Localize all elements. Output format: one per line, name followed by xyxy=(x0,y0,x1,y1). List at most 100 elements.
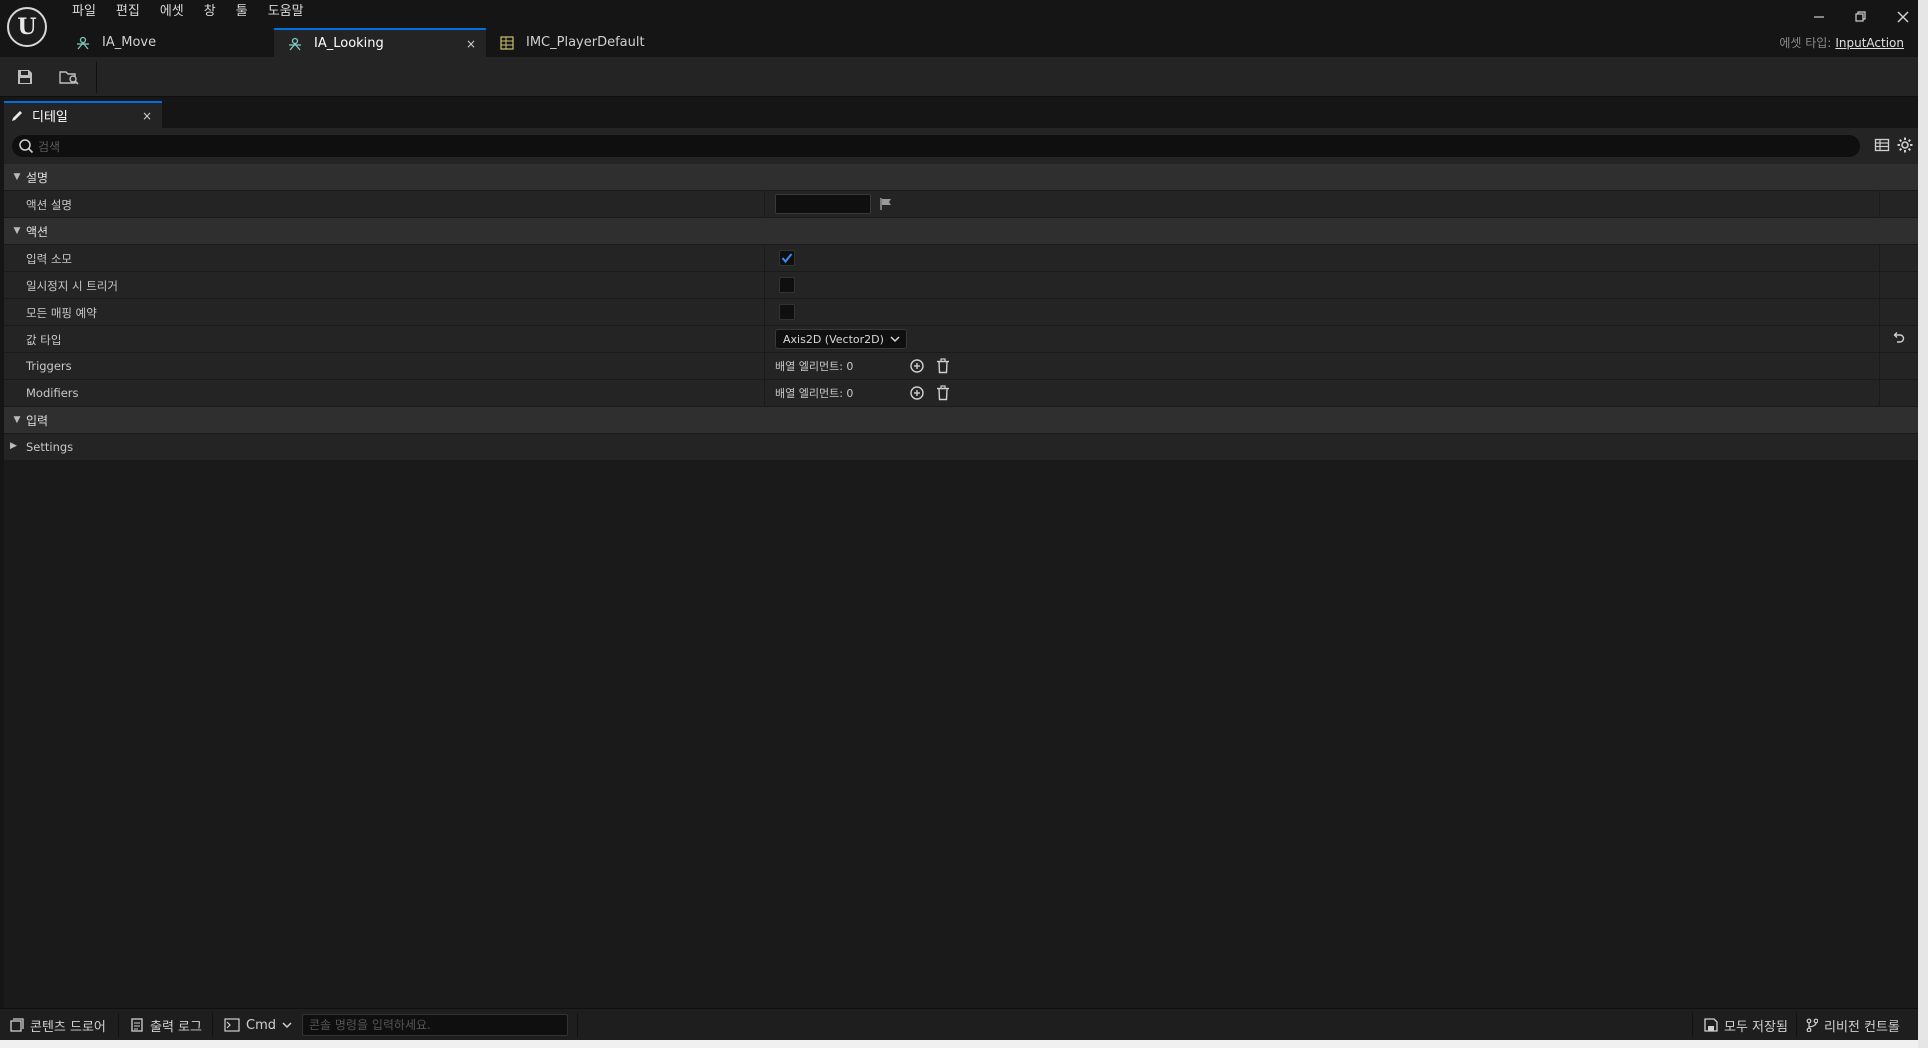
status-separator xyxy=(1692,1013,1693,1037)
output-log-label: 출력 로그 xyxy=(150,1019,202,1035)
tab-ia-looking[interactable]: IA_Looking × xyxy=(274,28,486,57)
console-icon xyxy=(224,1018,240,1032)
unreal-logo-icon[interactable]: U xyxy=(7,7,47,47)
output-log-icon xyxy=(131,1018,143,1032)
pencil-icon xyxy=(10,109,24,123)
delete-all-icon[interactable] xyxy=(933,383,953,403)
input-action-icon xyxy=(286,35,304,53)
dropdown-value: Axis2D (Vector2D) xyxy=(783,332,884,346)
add-element-icon[interactable] xyxy=(907,356,927,376)
menu-asset[interactable]: 에셋 xyxy=(150,2,194,22)
property-label: Triggers xyxy=(26,359,72,373)
content-drawer-icon xyxy=(10,1018,24,1032)
chevron-down-icon xyxy=(890,335,900,343)
mapping-context-icon xyxy=(498,34,516,52)
property-label: 모든 매핑 예약 xyxy=(26,306,97,320)
console-input[interactable]: 콘솔 명령을 입력하세요. xyxy=(302,1014,568,1036)
section-label: 액션 xyxy=(26,224,49,239)
trigger-when-paused-checkbox[interactable] xyxy=(779,277,795,293)
menu-window[interactable]: 창 xyxy=(194,2,226,22)
minimize-icon[interactable] xyxy=(1798,4,1840,30)
delete-all-icon[interactable] xyxy=(933,356,953,376)
menu-tools[interactable]: 툴 xyxy=(226,2,258,22)
collapse-arrow-icon: ▼ xyxy=(13,172,21,182)
property-value xyxy=(775,191,893,217)
close-tab-icon[interactable]: × xyxy=(466,37,476,51)
section-description[interactable]: ▼ 설명 xyxy=(4,164,1918,191)
chevron-down-icon xyxy=(282,1021,298,1029)
array-count: 배열 엘리먼트: 0 xyxy=(775,360,854,373)
property-value: 배열 엘리먼트: 0 xyxy=(775,353,953,379)
tab-ia-move[interactable]: IA_Move xyxy=(62,28,274,57)
browse-icon[interactable] xyxy=(56,65,82,89)
window-edge xyxy=(1918,0,1928,1048)
window-controls xyxy=(1798,4,1924,30)
column-divider xyxy=(1879,380,1880,406)
add-element-icon[interactable] xyxy=(907,383,927,403)
column-divider xyxy=(1879,272,1880,298)
column-divider xyxy=(1879,245,1880,271)
toolbar xyxy=(0,57,1918,97)
status-separator xyxy=(577,1013,578,1037)
menu-file[interactable]: 파일 xyxy=(62,2,106,22)
column-divider xyxy=(764,299,765,325)
save-all-button[interactable]: 모두 저장됨 xyxy=(1704,1009,1788,1041)
column-divider xyxy=(764,245,765,271)
title-bar: U 파일 편집 에셋 창 툴 도움말 IA_Move IA_Looking × … xyxy=(0,0,1928,57)
property-value: 배열 엘리먼트: 0 xyxy=(775,380,953,406)
row-modifiers: Modifiers 배열 엘리먼트: 0 xyxy=(4,380,1918,407)
reserve-all-mappings-checkbox[interactable] xyxy=(779,304,795,320)
tab-details[interactable]: 디테일 × xyxy=(4,101,162,128)
output-log-button[interactable]: 출력 로그 xyxy=(130,1009,202,1041)
panel-tab-bar: 디테일 × xyxy=(0,98,1918,128)
column-divider xyxy=(764,272,765,298)
property-label: 입력 소모 xyxy=(26,252,72,266)
localization-flag-icon[interactable] xyxy=(879,197,893,211)
row-trigger-when-paused: 일시정지 시 트리거 xyxy=(4,272,1918,299)
value-type-dropdown[interactable]: Axis2D (Vector2D) xyxy=(775,329,907,349)
section-input[interactable]: ▼ 입력 xyxy=(4,407,1918,434)
menu-bar: 파일 편집 에셋 창 툴 도움말 xyxy=(62,2,314,22)
section-label: 입력 xyxy=(26,413,49,428)
property-matrix-icon[interactable] xyxy=(1874,137,1890,156)
reset-to-default-icon[interactable] xyxy=(1879,331,1917,345)
search-input[interactable]: 검색 xyxy=(12,135,1860,157)
property-label: 액션 설명 xyxy=(26,198,72,212)
menu-edit[interactable]: 편집 xyxy=(106,2,150,22)
column-divider xyxy=(764,353,765,379)
close-panel-icon[interactable]: × xyxy=(142,109,152,123)
section-action[interactable]: ▼ 액션 xyxy=(4,218,1918,245)
collapse-arrow-icon: ▼ xyxy=(13,226,21,236)
action-description-field[interactable] xyxy=(775,194,871,214)
content-drawer-button[interactable]: 콘텐츠 드로어 xyxy=(10,1009,106,1041)
toolbar-separator xyxy=(96,61,97,93)
status-bar: 콘텐츠 드로어 출력 로그 Cmd 콘솔 명령을 입력하세요. 모두 저장됨 리… xyxy=(0,1008,1918,1040)
asset-type: 에셋 타입: InputAction xyxy=(1779,34,1904,51)
property-label: 값 타입 xyxy=(26,333,62,347)
gear-icon[interactable] xyxy=(1896,136,1914,157)
column-divider xyxy=(764,191,765,217)
document-tabs: IA_Move IA_Looking × IMC_PlayerDefault xyxy=(62,28,698,57)
tab-label: IMC_PlayerDefault xyxy=(526,35,645,50)
revision-control-button[interactable]: 리비전 컨트롤 xyxy=(1806,1009,1900,1041)
row-settings[interactable]: ▶ Settings xyxy=(4,434,1918,461)
restore-icon[interactable] xyxy=(1840,4,1882,30)
column-divider xyxy=(764,326,765,352)
status-separator xyxy=(118,1013,119,1037)
search-row: 검색 xyxy=(4,128,1918,164)
menu-help[interactable]: 도움말 xyxy=(258,2,314,22)
column-divider xyxy=(764,380,765,406)
asset-type-link[interactable]: InputAction xyxy=(1835,36,1904,50)
consume-input-checkbox[interactable] xyxy=(779,250,795,266)
tab-imc-playerdefault[interactable]: IMC_PlayerDefault xyxy=(486,28,698,57)
details-panel: 검색 ▼ 설명 액션 설명 ▼ 액션 입력 소모 일시정지 시 트리거 모든 매… xyxy=(4,128,1918,1008)
collapse-arrow-icon: ▼ xyxy=(13,415,21,425)
save-icon[interactable] xyxy=(12,65,38,89)
cmd-dropdown[interactable]: Cmd xyxy=(224,1009,298,1041)
expand-arrow-icon[interactable]: ▶ xyxy=(10,441,17,451)
property-label: 일시정지 시 트리거 xyxy=(26,279,118,293)
row-triggers: Triggers 배열 엘리먼트: 0 xyxy=(4,353,1918,380)
window-edge xyxy=(0,1040,1918,1048)
row-reserve-all-mappings: 모든 매핑 예약 xyxy=(4,299,1918,326)
save-all-label: 모두 저장됨 xyxy=(1724,1019,1788,1035)
